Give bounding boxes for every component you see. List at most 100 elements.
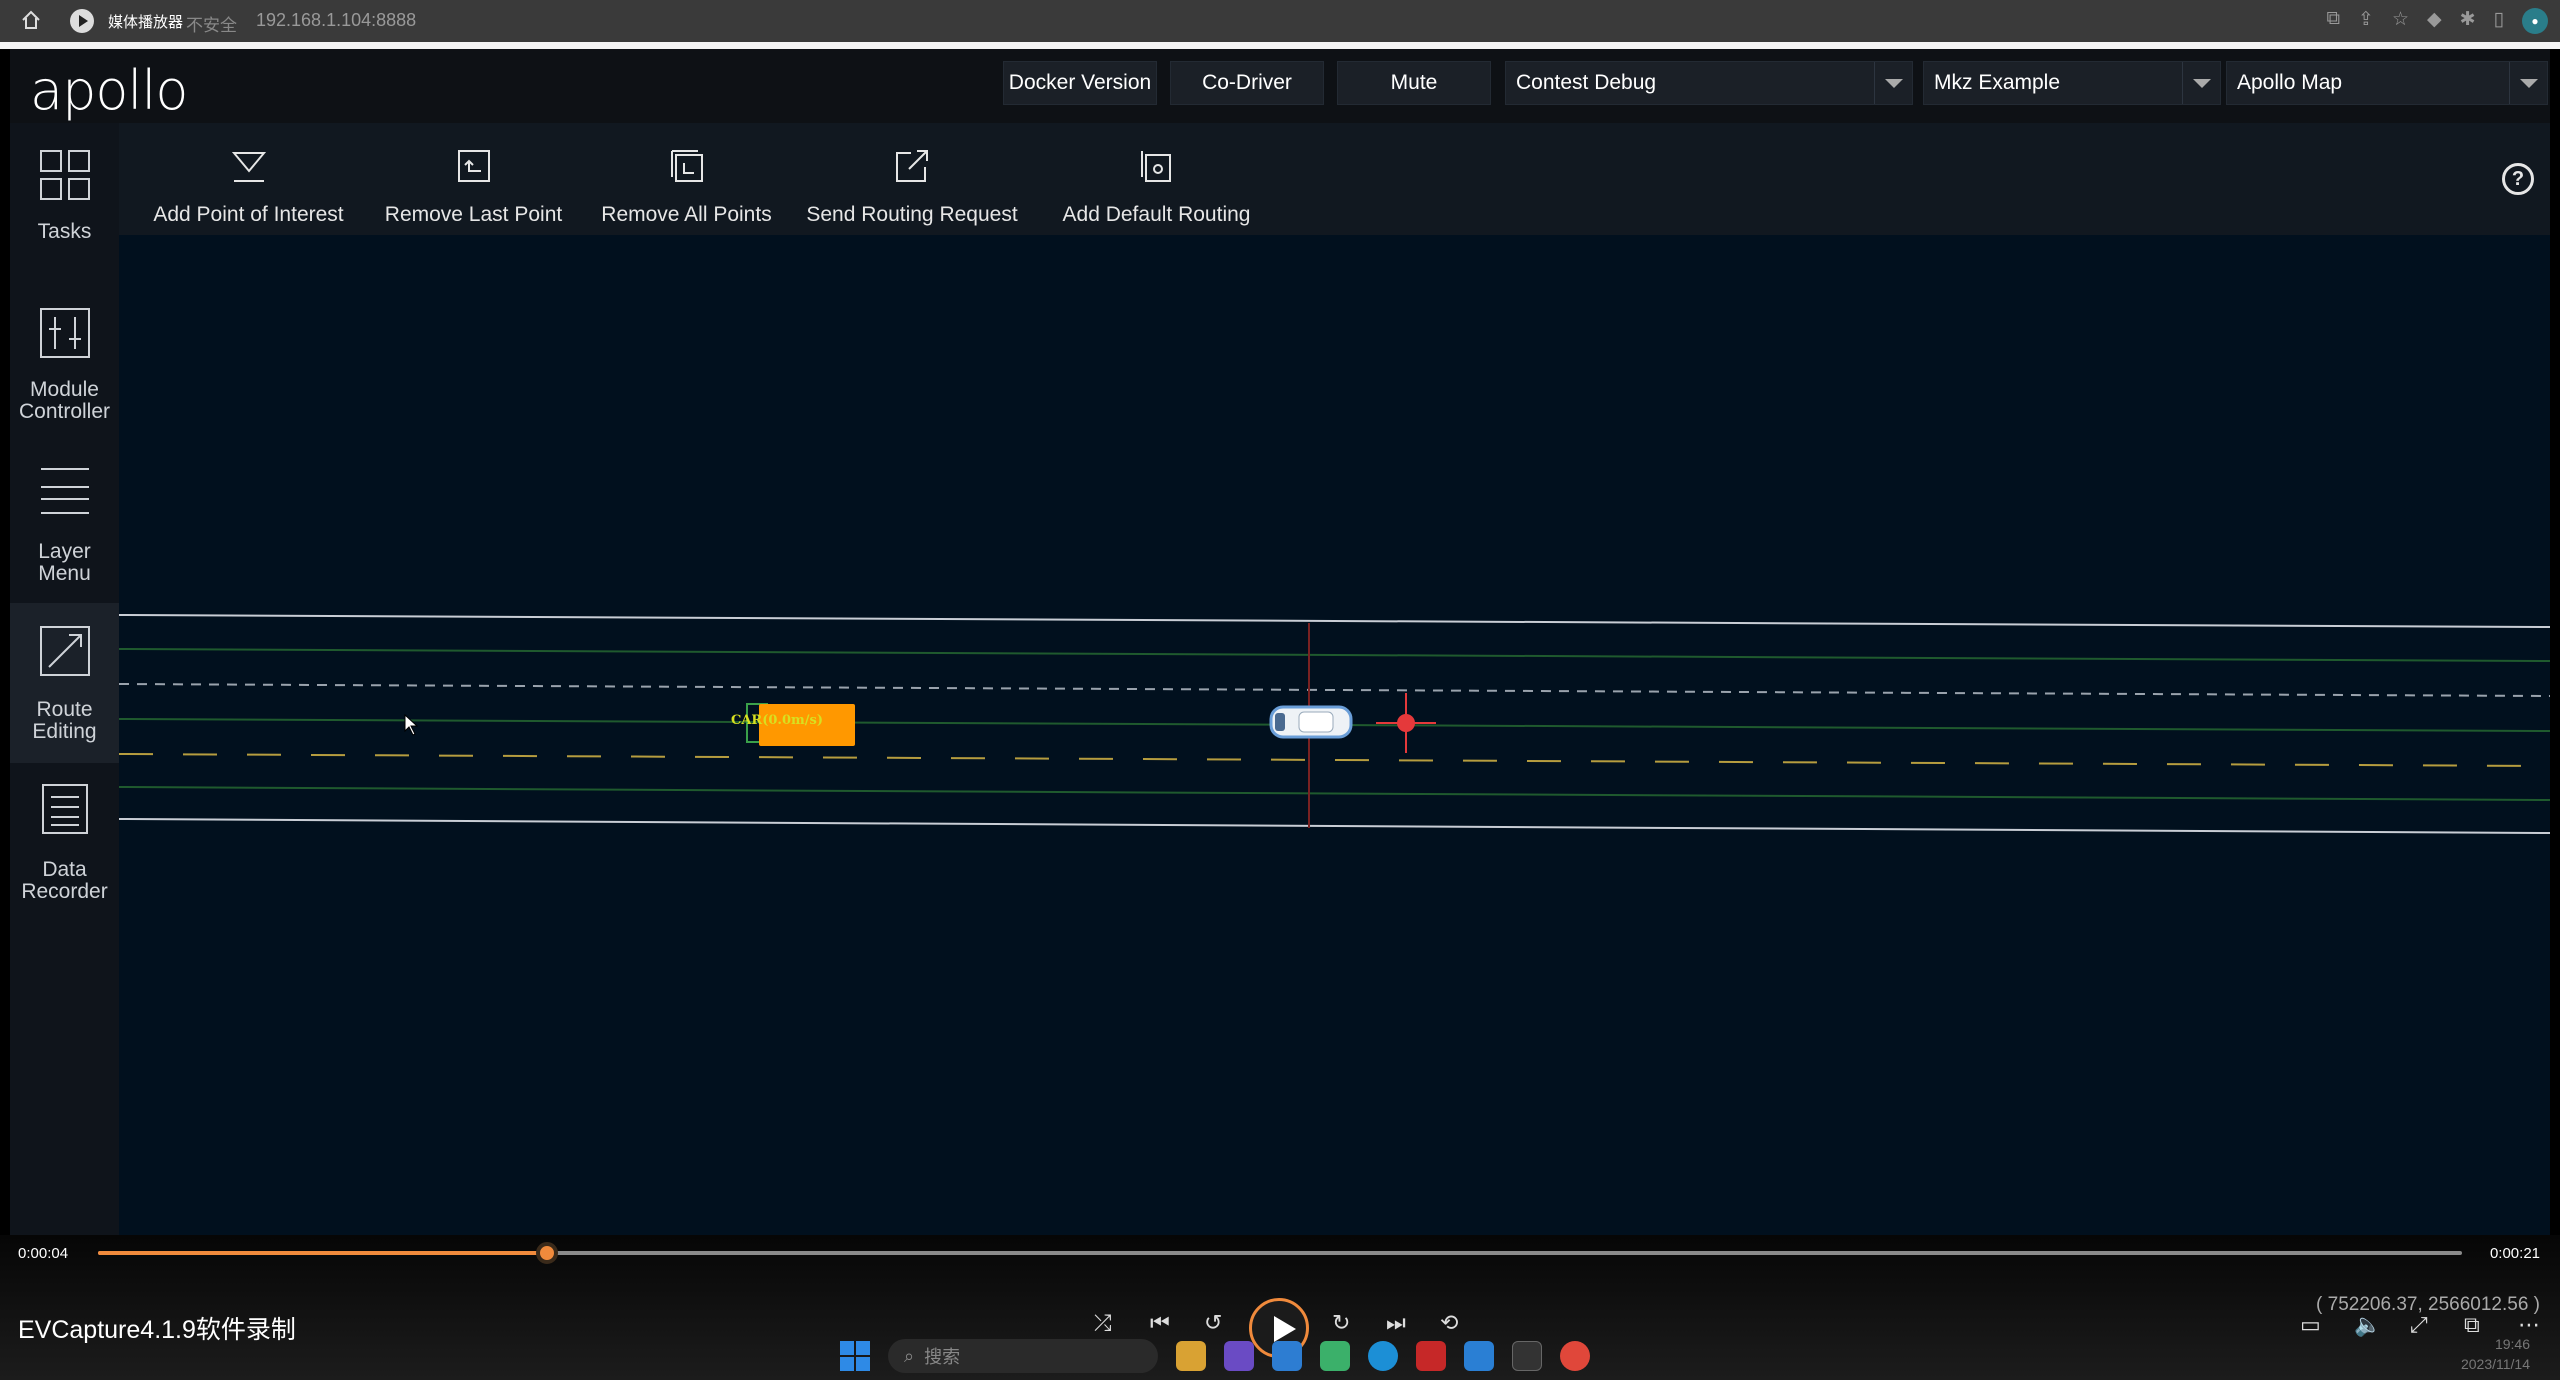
sidebar-item-route-editing[interactable]: Route Editing (10, 603, 119, 763)
screen: 媒体播放器 不安全 192.168.1.104:8888 ⧉ ⇪ ☆ ◆ ✱ ▯… (0, 0, 2560, 1380)
clock-date: 2023/11/14 (2460, 1356, 2530, 1372)
ego-vehicle-window (1275, 713, 1285, 731)
map-coordinates: ( 752206.37, 2566012.56 ) (2316, 1294, 2540, 1315)
shuffle-icon[interactable]: ⤮ (1094, 1310, 1112, 1336)
sidebar-item-label: Editing (32, 720, 97, 743)
mode-select[interactable]: Contest Debug (1505, 61, 1913, 105)
vehicle-select[interactable]: Mkz Example (1923, 61, 2221, 105)
help-icon[interactable]: ? (2502, 163, 2534, 195)
app-icon[interactable] (1224, 1341, 1254, 1371)
sidebar-item-label: Data (42, 858, 87, 881)
remove-all-icon (670, 150, 703, 182)
fullscreen-icon[interactable]: ⤢ (2410, 1312, 2428, 1338)
sidebar-item-tasks[interactable]: Tasks (10, 123, 119, 283)
add-default-routing-button[interactable]: Add Default Routing (1049, 123, 1264, 235)
ego-vehicle-roof (1298, 711, 1334, 733)
mute-button[interactable]: Mute (1337, 61, 1491, 105)
seek-bar[interactable] (98, 1242, 2462, 1264)
next-icon[interactable]: ⏭ (1386, 1310, 1406, 1336)
repeat-icon[interactable]: ⟲ (1440, 1310, 1458, 1336)
undo-icon (457, 150, 490, 182)
routing-point[interactable] (1397, 714, 1415, 732)
road-boundary-bottom (119, 818, 2550, 834)
app-icon[interactable] (1320, 1341, 1350, 1371)
lane-center-line (119, 786, 2550, 801)
taskbar-search-placeholder: 搜索 (924, 1347, 961, 1367)
capture-watermark: EVCapture4.1.9软件录制 (18, 1316, 296, 1344)
obstacle-label: CAR(0.0m/s) (731, 713, 823, 728)
send-routing-request-button[interactable]: Send Routing Request (801, 123, 1023, 235)
apollo-logo: apollo (30, 59, 188, 122)
vscode-icon[interactable] (1464, 1341, 1494, 1371)
remove-last-point-button[interactable]: Remove Last Point (381, 123, 566, 235)
sidebar-item-data-recorder[interactable]: Data Recorder (10, 763, 119, 923)
share-icon[interactable]: ⇪ (2358, 8, 2374, 34)
browser-bar: 媒体播放器 不安全 192.168.1.104:8888 ⧉ ⇪ ☆ ◆ ✱ ▯… (0, 0, 2560, 42)
puzzle-icon[interactable]: ✱ (2460, 8, 2476, 34)
docker-version-button[interactable]: Docker Version (1003, 61, 1157, 105)
lane-divider-yellow (119, 753, 2550, 767)
map-scene[interactable]: CAR(0.0m/s) (119, 235, 2550, 1235)
sidebar-item-label: Route (36, 698, 93, 721)
route-edit-icon (40, 626, 90, 676)
seek-bar-progress (98, 1251, 548, 1255)
address-url[interactable]: 192.168.1.104:8888 (256, 10, 416, 31)
route-editing-toolbar: Add Point of Interest Remove Last Point … (119, 123, 2550, 235)
road-canvas: CAR(0.0m/s) (119, 614, 2550, 834)
wps-icon[interactable] (1416, 1341, 1446, 1371)
tool-label: Add Default Routing (1062, 203, 1251, 226)
subtitles-icon[interactable]: ▭ (2300, 1312, 2321, 1338)
terminal-icon[interactable] (1512, 1341, 1542, 1371)
chrome-icon[interactable] (1560, 1341, 1590, 1371)
extension-icon[interactable]: ◆ (2427, 8, 2442, 34)
rewind-10-icon[interactable]: ↺ (1204, 1310, 1222, 1336)
time-current: 0:00:04 (18, 1245, 69, 1262)
sidebar-item-module-controller[interactable]: Module Controller (10, 283, 119, 443)
notepad-icon[interactable] (1272, 1341, 1302, 1371)
default-routing-icon (1140, 151, 1171, 182)
tool-label: Add Point of Interest (153, 203, 344, 226)
vehicle-select-value: Mkz Example (1934, 71, 2061, 94)
media-player-name: 媒体播放器 (108, 14, 184, 31)
tool-label: Remove All Points (601, 203, 772, 226)
taskbar: ⌕ 搜索 (840, 1336, 1590, 1376)
taskbar-search[interactable]: ⌕ 搜索 (888, 1339, 1158, 1373)
sidebar: Tasks Module Controller Layer Menu Route… (10, 123, 119, 1235)
app-header: apollo Docker Version Co-Driver Mute Con… (10, 49, 2550, 123)
mouse-cursor-icon (404, 713, 419, 736)
home-icon[interactable] (20, 9, 42, 31)
co-driver-button[interactable]: Co-Driver (1170, 61, 1324, 105)
mode-select-value: Contest Debug (1516, 71, 1657, 94)
sidebar-toggle-icon[interactable]: ▯ (2494, 8, 2504, 34)
road-boundary-top (119, 614, 2550, 628)
grid-icon (40, 150, 90, 200)
sidebar-item-label: Module (30, 378, 99, 401)
translate-icon[interactable]: ⧉ (2326, 8, 2340, 34)
windows-start-icon[interactable] (840, 1341, 870, 1371)
layers-icon (41, 468, 89, 514)
media-player-icon (70, 9, 94, 33)
forward-30-icon[interactable]: ↻ (1332, 1310, 1350, 1336)
sidebar-item-label: Controller (18, 400, 111, 423)
add-point-of-interest-button[interactable]: Add Point of Interest (141, 123, 356, 235)
volume-icon[interactable]: 🔈 (2354, 1312, 2381, 1338)
browser-toolbar-icons: ⧉ ⇪ ☆ ◆ ✱ ▯ ● (2326, 8, 2548, 34)
sliders-icon (40, 308, 90, 358)
remove-all-points-button[interactable]: Remove All Points (594, 123, 779, 235)
map-select[interactable]: Apollo Map (2226, 61, 2548, 105)
previous-icon[interactable]: ⏮ (1150, 1310, 1170, 1336)
seek-bar-thumb[interactable] (536, 1242, 559, 1264)
document-icon (42, 784, 88, 834)
star-icon[interactable]: ☆ (2392, 8, 2409, 34)
chevron-down-icon (2509, 62, 2547, 104)
external-link-icon (896, 150, 928, 182)
chevron-down-icon (2182, 62, 2220, 104)
sidebar-item-label: Menu (38, 562, 91, 585)
taskbar-clock: 19:46 2023/11/14 (2461, 1334, 2530, 1374)
file-explorer-icon[interactable] (1176, 1341, 1206, 1371)
insecure-label: 不安全 (186, 16, 237, 35)
edge-browser-icon[interactable] (1368, 1341, 1398, 1371)
sidebar-item-layer-menu[interactable]: Layer Menu (10, 443, 119, 603)
time-total: 0:00:21 (2489, 1245, 2540, 1262)
profile-avatar[interactable]: ● (2522, 8, 2548, 34)
